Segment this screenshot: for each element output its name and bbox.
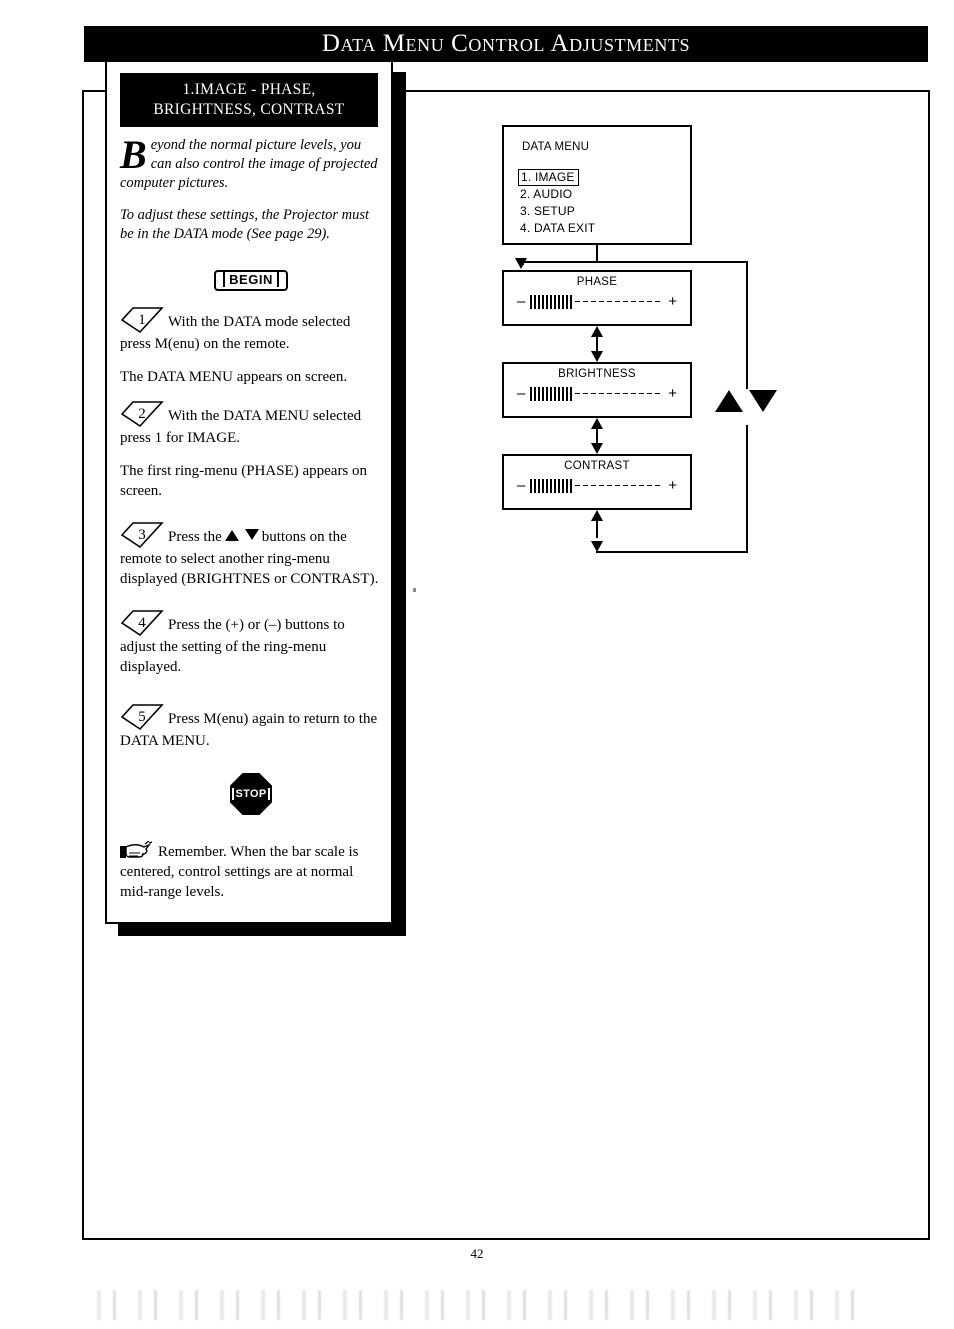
- instruction-card: 1.IMAGE - PHASE, BRIGHTNESS, CONTRAST B …: [105, 60, 393, 924]
- arrow-down-icon-3: [591, 541, 603, 552]
- arrow-up-icon-2: [591, 418, 603, 429]
- step-4: 4 Press the (+) or (–) buttons to adjust…: [120, 609, 382, 677]
- brightness-label: BRIGHTNESS: [558, 368, 636, 380]
- begin-badge: BEGIN: [120, 270, 382, 291]
- remember-note: Remember. When the bar scale is centered…: [120, 840, 382, 902]
- arrow-down-icon-1: [591, 351, 603, 362]
- step-1: 1 With the DATA mode selected press M(en…: [120, 306, 382, 354]
- phase-minus-sign[interactable]: –: [512, 294, 530, 309]
- remote-nav-arrows: [715, 390, 777, 412]
- stop-octagon-icon: STOP: [230, 773, 272, 815]
- arrow-up-icon-1: [591, 326, 603, 337]
- step-text-3a: Press the: [168, 529, 222, 545]
- stop-label: STOP: [231, 788, 271, 800]
- data-menu-item-setup[interactable]: 3. SETUP: [520, 204, 575, 218]
- connector-loop-right-upper: [746, 261, 748, 389]
- step-number-5: 5: [138, 708, 146, 725]
- card-title-line2: BRIGHTNESS, CONTRAST: [153, 101, 345, 118]
- step-5: 5 Press M(enu) again to return to the DA…: [120, 703, 382, 751]
- phase-bar-scale: – +: [504, 294, 690, 309]
- stop-sign: STOP: [120, 773, 382, 815]
- step-note-1: The DATA MENU appears on screen.: [120, 369, 348, 385]
- data-menu-item-audio[interactable]: 2. AUDIO: [520, 187, 572, 201]
- card-body: B eyond the normal picture levels, you c…: [120, 132, 382, 902]
- contrast-minus-sign[interactable]: –: [512, 478, 530, 493]
- triangle-up-icon-large: [715, 390, 743, 412]
- brightness-empty-dashes: [575, 392, 663, 395]
- phase-empty-dashes: [575, 300, 663, 303]
- step-number-badge-3: 3: [120, 521, 164, 549]
- contrast-empty-dashes: [575, 484, 663, 487]
- intro-paragraph-1: B eyond the normal picture levels, you c…: [120, 132, 382, 193]
- card-title-line1: 1.IMAGE - PHASE,: [182, 81, 316, 98]
- brightness-minus-sign[interactable]: –: [512, 386, 530, 401]
- begin-label: BEGIN: [223, 272, 279, 287]
- pointing-hand-icon: [120, 840, 154, 861]
- phase-ring-menu-box: PHASE – +: [502, 270, 692, 326]
- contrast-label: CONTRAST: [564, 460, 630, 472]
- contrast-bar-scale: – +: [504, 478, 690, 493]
- triangle-down-icon: [244, 529, 259, 540]
- connector-bottom-horizontal: [596, 551, 748, 553]
- step-3: 3 Press the buttons on the remote to sele…: [120, 521, 382, 589]
- step-note-2: The first ring-menu (PHASE) appears on s…: [120, 463, 368, 499]
- data-menu-item-data-exit[interactable]: 4. DATA EXIT: [520, 221, 595, 235]
- connector-top-horizontal: [520, 261, 748, 263]
- connector-loop-right-lower: [746, 425, 748, 553]
- contrast-ring-menu-box: CONTRAST – +: [502, 454, 692, 510]
- page-header-bar: Data Menu Control Adjustments: [84, 26, 928, 62]
- data-menu-box: DATA MENU 1. IMAGE 2. AUDIO 3. SETUP 4. …: [502, 125, 692, 245]
- data-menu-title: DATA MENU: [522, 141, 590, 153]
- brightness-ring-menu-box: BRIGHTNESS – +: [502, 362, 692, 418]
- step-number-1: 1: [138, 311, 146, 328]
- phase-label: PHASE: [576, 276, 618, 288]
- page-number: 42: [470, 1246, 484, 1261]
- remember-text: Remember. When the bar scale is centered…: [120, 844, 359, 900]
- flow-diagram: DATA MENU 1. IMAGE 2. AUDIO 3. SETUP 4. …: [430, 100, 900, 600]
- brightness-bar-scale: – +: [504, 386, 690, 401]
- step-number-badge-5: 5: [120, 703, 164, 731]
- begin-badge-box: BEGIN: [214, 270, 288, 291]
- phase-plus-sign[interactable]: +: [663, 294, 682, 309]
- phase-filled-bars: [530, 294, 574, 309]
- step-number-4: 4: [138, 614, 146, 631]
- data-menu-item-image[interactable]: 1. IMAGE: [518, 169, 579, 186]
- step-number-2: 2: [138, 405, 146, 422]
- step-2: 2 With the DATA MENU selected press 1 fo…: [120, 400, 382, 448]
- arrow-down-icon-2: [591, 443, 603, 454]
- drop-cap-letter: B: [120, 132, 147, 177]
- intro-text-1: eyond the normal picture levels, you can…: [120, 137, 378, 191]
- brightness-plus-sign[interactable]: +: [663, 386, 682, 401]
- step-number-badge-2: 2: [120, 400, 164, 428]
- step-number-badge-1: 1: [120, 306, 164, 334]
- card-title-bar: 1.IMAGE - PHASE, BRIGHTNESS, CONTRAST: [120, 73, 378, 127]
- contrast-plus-sign[interactable]: +: [663, 478, 682, 493]
- triangle-up-icon: [224, 530, 239, 541]
- connector-contrast-loop: [596, 518, 598, 538]
- triangle-down-icon-large: [749, 390, 777, 412]
- intro-text-2: To adjust these settings, the Projector …: [120, 207, 370, 242]
- arrow-into-phase-icon: [515, 258, 527, 269]
- step-number-3: 3: [138, 526, 146, 543]
- scan-smudge: [90, 1290, 870, 1320]
- step-number-badge-4: 4: [120, 609, 164, 637]
- brightness-filled-bars: [530, 386, 574, 401]
- scan-artifact-dot: [413, 588, 416, 592]
- page-title: Data Menu Control Adjustments: [321, 30, 691, 57]
- contrast-filled-bars: [530, 478, 574, 493]
- arrow-up-icon-3: [591, 510, 603, 521]
